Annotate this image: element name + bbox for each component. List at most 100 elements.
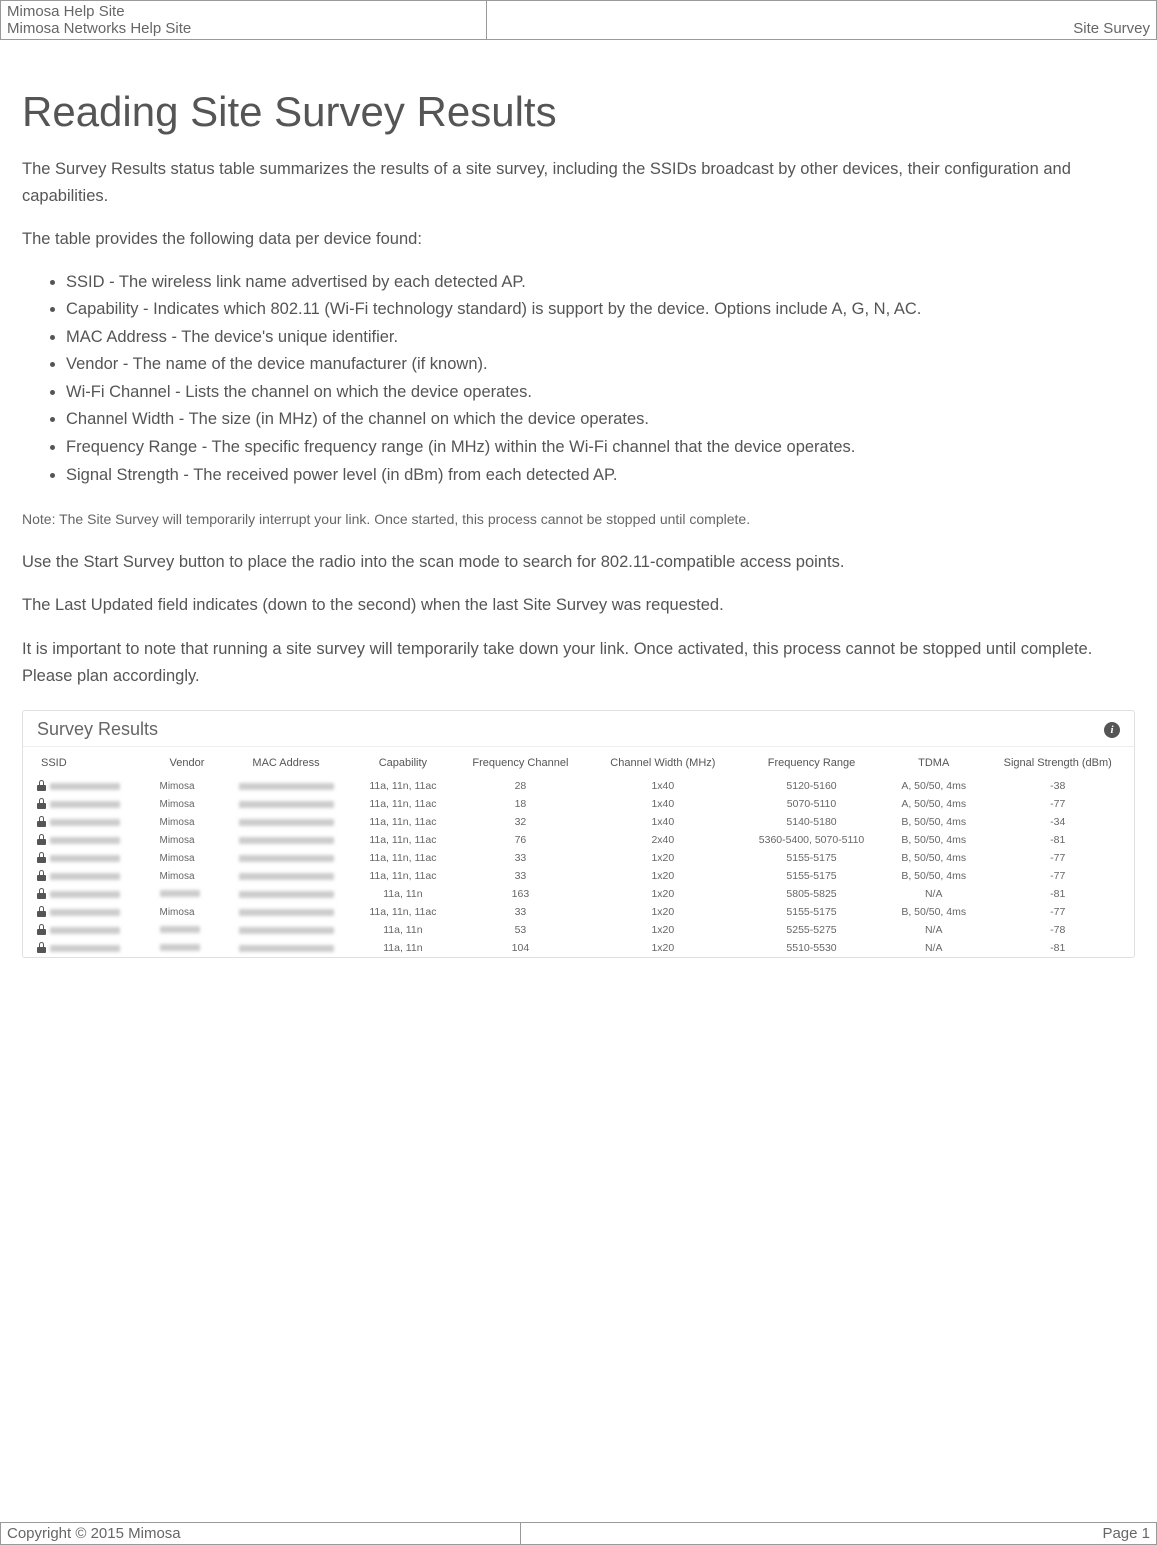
redacted-vendor [160, 890, 200, 897]
tdma-cell: A, 50/50, 4ms [886, 795, 982, 813]
channel-width-cell: 1x40 [589, 777, 737, 795]
ssid-cell [23, 867, 156, 885]
vendor-cell [156, 939, 219, 957]
signal-cell: -38 [981, 777, 1134, 795]
paragraph-start-survey: Use the Start Survey button to place the… [22, 549, 1135, 576]
tdma-cell: B, 50/50, 4ms [886, 849, 982, 867]
capability-cell: 11a, 11n, 11ac [354, 813, 453, 831]
ssid-cell [23, 795, 156, 813]
redacted-mac [239, 801, 334, 808]
bullet-list: SSID - The wireless link name advertised… [22, 270, 1135, 489]
table-header-row: SSID Vendor MAC Address Capability Frequ… [23, 747, 1134, 777]
ssid-cell [23, 813, 156, 831]
redacted-mac [239, 945, 334, 952]
note-paragraph: Note: The Site Survey will temporarily i… [22, 508, 1135, 531]
vendor-cell [156, 921, 219, 939]
header-site-subtitle: Mimosa Networks Help Site [7, 20, 480, 37]
redacted-ssid [50, 837, 120, 844]
freq-range-cell: 5120-5160 [737, 777, 886, 795]
col-freq-range: Frequency Range [737, 747, 886, 777]
redacted-mac [239, 855, 334, 862]
col-signal: Signal Strength (dBm) [981, 747, 1134, 777]
survey-panel-header: Survey Results i [23, 711, 1134, 747]
redacted-vendor [160, 926, 200, 933]
capability-cell: 11a, 11n [354, 939, 453, 957]
freq-range-cell: 5805-5825 [737, 885, 886, 903]
signal-cell: -34 [981, 813, 1134, 831]
mac-cell [218, 813, 353, 831]
lock-icon [37, 800, 46, 809]
table-row: Mimosa11a, 11n, 11ac181x405070-5110A, 50… [23, 795, 1134, 813]
page-header: Mimosa Help Site Mimosa Networks Help Si… [0, 0, 1157, 40]
paragraph-last-updated: The Last Updated field indicates (down t… [22, 592, 1135, 619]
tdma-cell: B, 50/50, 4ms [886, 831, 982, 849]
bullet-item: Channel Width - The size (in MHz) of the… [66, 407, 1135, 433]
redacted-ssid [50, 819, 120, 826]
freq-channel-cell: 32 [452, 813, 588, 831]
table-row: Mimosa11a, 11n, 11ac321x405140-5180B, 50… [23, 813, 1134, 831]
freq-channel-cell: 33 [452, 903, 588, 921]
redacted-mac [239, 873, 334, 880]
channel-width-cell: 1x20 [589, 903, 737, 921]
channel-width-cell: 1x20 [589, 921, 737, 939]
table-row: Mimosa11a, 11n, 11ac762x405360-5400, 507… [23, 831, 1134, 849]
freq-channel-cell: 28 [452, 777, 588, 795]
vendor-cell: Mimosa [156, 831, 219, 849]
header-section: Site Survey [493, 20, 1150, 37]
lock-icon [37, 890, 46, 899]
channel-width-cell: 1x20 [589, 885, 737, 903]
mac-cell [218, 885, 353, 903]
info-icon[interactable]: i [1104, 722, 1120, 738]
channel-width-cell: 2x40 [589, 831, 737, 849]
freq-range-cell: 5360-5400, 5070-5110 [737, 831, 886, 849]
col-tdma: TDMA [886, 747, 982, 777]
redacted-mac [239, 837, 334, 844]
bullet-item: Vendor - The name of the device manufact… [66, 352, 1135, 378]
freq-range-cell: 5070-5110 [737, 795, 886, 813]
mac-cell [218, 903, 353, 921]
mac-cell [218, 939, 353, 957]
redacted-mac [239, 891, 334, 898]
vendor-cell: Mimosa [156, 777, 219, 795]
channel-width-cell: 1x40 [589, 813, 737, 831]
capability-cell: 11a, 11n, 11ac [354, 903, 453, 921]
ssid-cell [23, 903, 156, 921]
signal-cell: -78 [981, 921, 1134, 939]
col-freq-channel: Frequency Channel [452, 747, 588, 777]
freq-range-cell: 5155-5175 [737, 903, 886, 921]
tdma-cell: B, 50/50, 4ms [886, 903, 982, 921]
redacted-ssid [50, 783, 120, 790]
tdma-cell: N/A [886, 885, 982, 903]
freq-range-cell: 5510-5530 [737, 939, 886, 957]
redacted-ssid [50, 927, 120, 934]
bullet-item: SSID - The wireless link name advertised… [66, 270, 1135, 296]
freq-channel-cell: 33 [452, 867, 588, 885]
table-intro-paragraph: The table provides the following data pe… [22, 226, 1135, 253]
capability-cell: 11a, 11n, 11ac [354, 849, 453, 867]
col-ssid: SSID [23, 747, 156, 777]
channel-width-cell: 1x20 [589, 849, 737, 867]
page-footer: Copyright © 2015 Mimosa Page 1 [0, 1522, 1157, 1545]
bullet-item: Wi-Fi Channel - Lists the channel on whi… [66, 380, 1135, 406]
redacted-ssid [50, 855, 120, 862]
channel-width-cell: 1x40 [589, 795, 737, 813]
vendor-cell: Mimosa [156, 813, 219, 831]
channel-width-cell: 1x20 [589, 939, 737, 957]
survey-results-panel: Survey Results i SSID Vendor MAC Address… [22, 710, 1135, 958]
tdma-cell: B, 50/50, 4ms [886, 867, 982, 885]
redacted-ssid [50, 801, 120, 808]
table-row: 11a, 11n1631x205805-5825N/A-81 [23, 885, 1134, 903]
header-left-cell: Mimosa Help Site Mimosa Networks Help Si… [1, 1, 487, 40]
table-row: 11a, 11n531x205255-5275N/A-78 [23, 921, 1134, 939]
freq-channel-cell: 18 [452, 795, 588, 813]
capability-cell: 11a, 11n, 11ac [354, 867, 453, 885]
freq-channel-cell: 53 [452, 921, 588, 939]
ssid-cell [23, 777, 156, 795]
col-mac: MAC Address [218, 747, 353, 777]
lock-icon [37, 836, 46, 845]
capability-cell: 11a, 11n, 11ac [354, 831, 453, 849]
mac-cell [218, 831, 353, 849]
mac-cell [218, 777, 353, 795]
ssid-cell [23, 885, 156, 903]
lock-icon [37, 872, 46, 881]
